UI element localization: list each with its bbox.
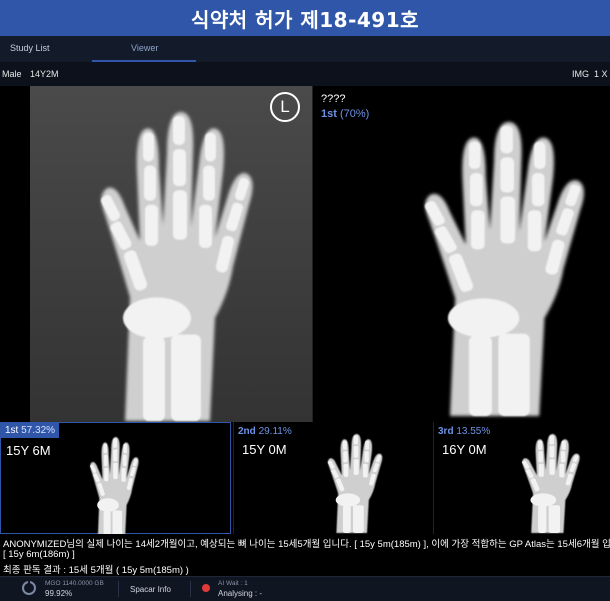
match-badge: 2nd 29.11% bbox=[238, 426, 292, 437]
spacar-info-button[interactable]: Spacar Info bbox=[130, 585, 171, 594]
approval-banner: 식약처 허가 제18-491호 bbox=[0, 0, 610, 36]
patient-age: 14Y2M bbox=[30, 69, 59, 79]
match-candidates: 1st 57.32% 15Y 6M 2nd 29.11% 15Y 0M 3rd … bbox=[0, 422, 610, 534]
storage-percent: 99.92% bbox=[45, 589, 73, 598]
patient-sex: Male bbox=[2, 69, 22, 79]
match-age: 15Y 6M bbox=[6, 443, 51, 458]
approval-title: 식약처 허가 제18-491호 bbox=[190, 7, 420, 32]
match-age: 15Y 0M bbox=[242, 442, 287, 457]
match-card-1st[interactable]: 1st 57.32% 15Y 6M bbox=[0, 422, 231, 534]
left-marker: L bbox=[270, 92, 300, 122]
tab-bar: Study List Viewer bbox=[0, 36, 610, 79]
match-card-2nd[interactable]: 2nd 29.11% 15Y 0M bbox=[233, 422, 432, 534]
tab-viewer[interactable]: Viewer bbox=[131, 43, 158, 53]
match-rank: 2nd bbox=[238, 426, 256, 437]
analysing-status: Analysing : - bbox=[218, 589, 263, 598]
storage-capacity: MGO 1140.0000 GB bbox=[45, 580, 104, 587]
status-divider bbox=[190, 581, 191, 597]
ai-wait: AI Wait : 1 bbox=[218, 580, 248, 587]
match-hand-thumbnail bbox=[234, 422, 432, 534]
viewer-divider bbox=[312, 86, 313, 422]
match-hand-thumbnail bbox=[434, 422, 610, 534]
match-percent: 29.11% bbox=[258, 426, 292, 437]
match-hand-thumbnail bbox=[1, 423, 232, 535]
status-bar: MGO 1140.0000 GB 99.92% Spacar Info AI W… bbox=[0, 576, 610, 601]
status-divider bbox=[118, 581, 119, 597]
result-atlas-age: [ 15y 6m(186m) ] bbox=[3, 549, 75, 560]
reference-rank-percent: (70%) bbox=[339, 108, 370, 120]
match-badge: 3rd 13.55% bbox=[438, 426, 490, 437]
match-badge: 1st 57.32% bbox=[1, 423, 60, 438]
atlas-hand-image bbox=[316, 86, 610, 422]
img-label: IMG bbox=[572, 69, 589, 79]
match-age: 16Y 0M bbox=[442, 442, 487, 457]
reference-label: ???? bbox=[321, 93, 346, 105]
final-reading: 최종 판독 결과 : 15세 5개월 ( 15y 5m(185m) ) bbox=[3, 565, 189, 576]
patient-hand-image bbox=[30, 86, 312, 422]
warning-icon bbox=[202, 584, 210, 592]
patient-info-bar: Male 14Y2M IMG 1 X bbox=[0, 62, 610, 86]
comparison-viewer: L ???? 1st (70%) bbox=[0, 86, 610, 422]
zoom-level: 1 X bbox=[594, 69, 608, 79]
storage-gauge-icon bbox=[22, 581, 36, 595]
result-summary: ANONYMIZED님의 실제 나이는 14세2개월이고, 예상되는 뼈 나이는… bbox=[3, 539, 610, 550]
reference-rank: 1st (70%) bbox=[321, 108, 369, 120]
analysis-result: ANONYMIZED님의 실제 나이는 14세2개월이고, 예상되는 뼈 나이는… bbox=[0, 534, 610, 576]
tab-study-list[interactable]: Study List bbox=[10, 43, 50, 53]
atlas-reference-xray[interactable] bbox=[316, 86, 610, 422]
match-rank: 3rd bbox=[438, 426, 454, 437]
match-percent: 13.55% bbox=[456, 426, 491, 437]
reference-rank-text: 1st bbox=[321, 108, 337, 120]
match-percent: 57.32% bbox=[21, 425, 56, 436]
match-card-3rd[interactable]: 3rd 13.55% 16Y 0M bbox=[433, 422, 610, 534]
match-rank: 1st bbox=[5, 425, 19, 436]
patient-xray[interactable]: L bbox=[30, 86, 312, 422]
